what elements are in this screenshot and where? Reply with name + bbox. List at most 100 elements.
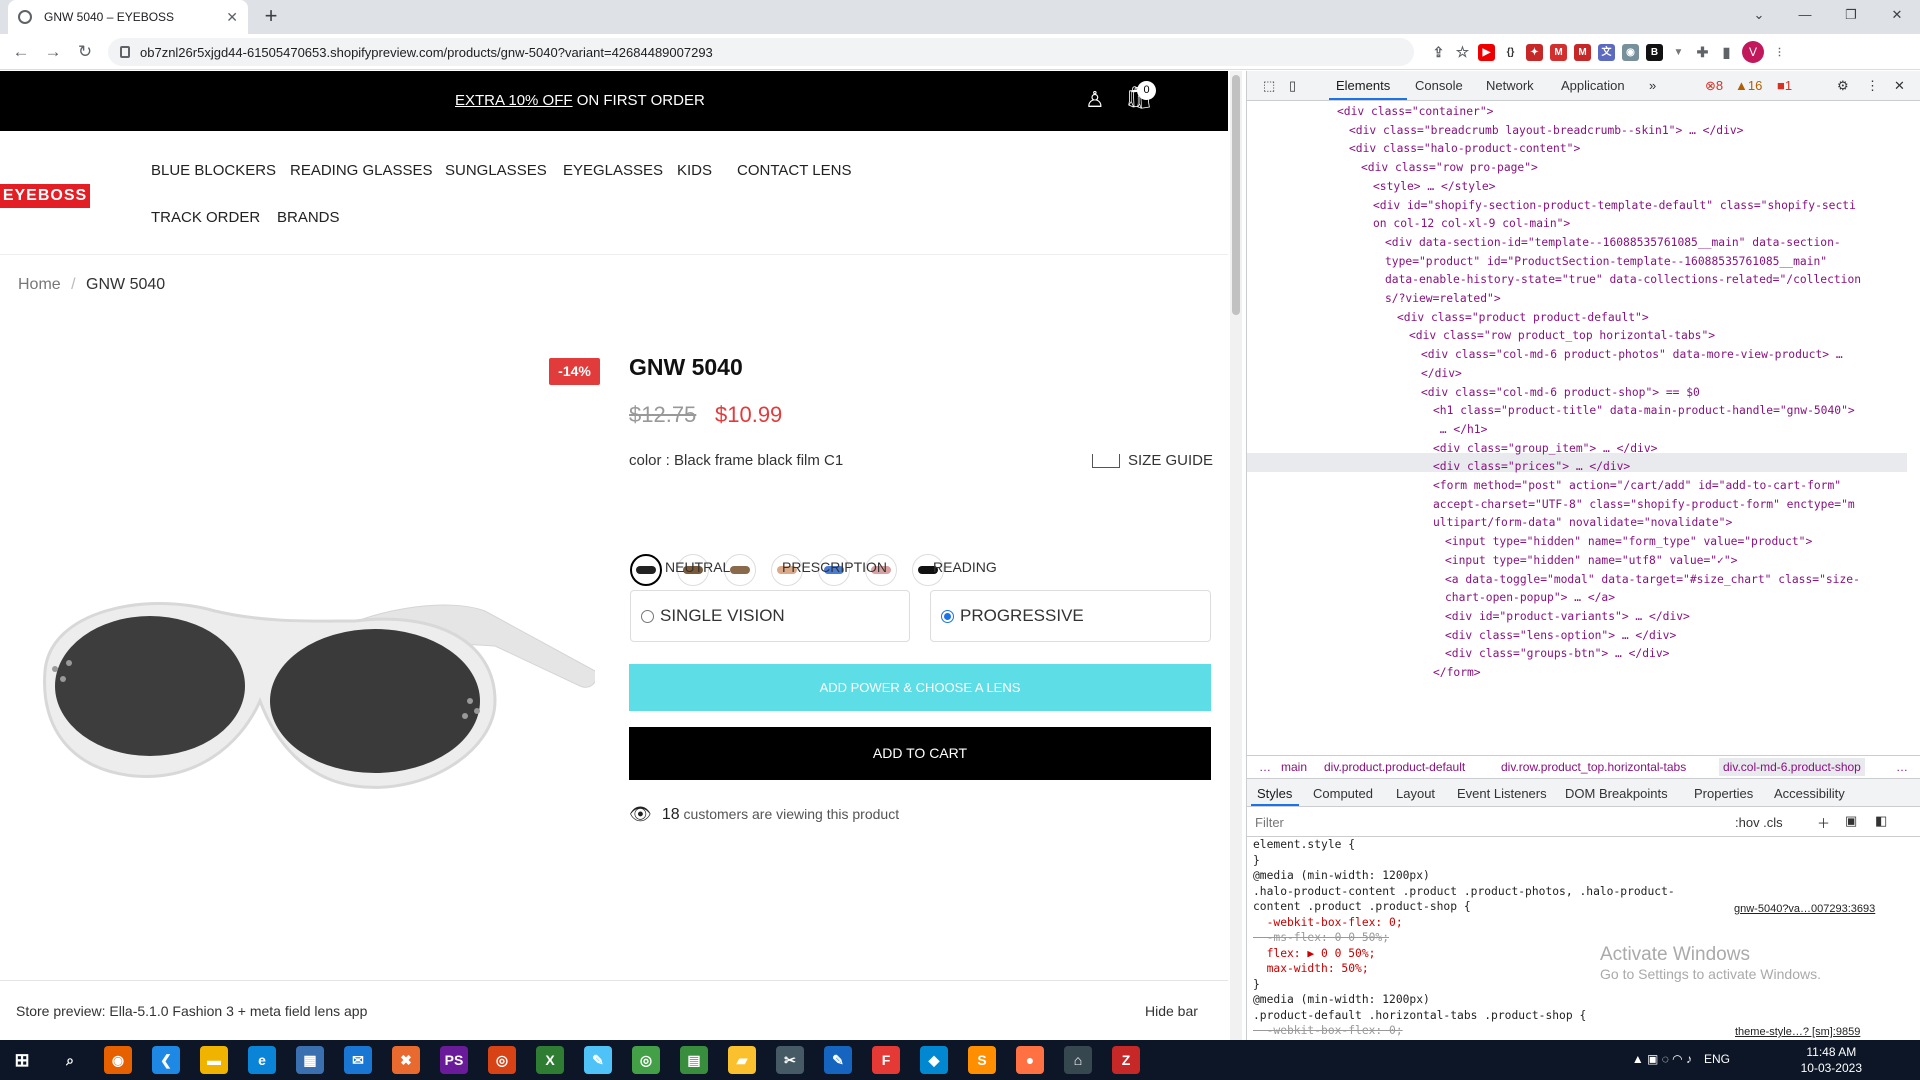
extension-icon[interactable]: ✦ [1526,43,1543,61]
dom-line[interactable]: <div class="container"> [1247,103,1907,122]
issues-count[interactable]: ■1 [1777,78,1792,93]
reload-icon[interactable]: ↻ [74,42,96,62]
postman-icon[interactable]: ● [1016,1046,1044,1074]
store-icon[interactable]: ▦ [296,1046,324,1074]
tab-accessibility[interactable]: Accessibility [1774,786,1845,801]
gmail-extension-icon[interactable]: M [1550,43,1567,61]
tab-dom-breakpoints[interactable]: DOM Breakpoints [1565,786,1668,801]
search-icon[interactable]: ⌕ [56,1046,84,1074]
dom-line[interactable]: <div class="groups-btn"> … </div> [1247,645,1907,664]
sticky-notes-icon[interactable]: ▰ [728,1046,756,1074]
dom-line[interactable]: <div class="col-md-6 product-shop"> == $… [1247,384,1907,403]
firefox-icon[interactable]: ◉ [104,1046,132,1074]
nav-kids[interactable]: KIDS [677,162,712,179]
dom-line[interactable]: s/?view=related"> [1247,290,1907,309]
radio-progressive[interactable] [941,609,954,623]
style-rules[interactable]: element.style {} @media (min-width: 1200p… [1247,837,1920,1037]
profile-avatar[interactable]: V [1742,41,1764,63]
figma-icon[interactable]: F [872,1046,900,1074]
dom-line[interactable]: ultipart/form-data" novalidate="novalida… [1247,514,1907,533]
tab-network[interactable]: Network [1486,78,1534,93]
paint-icon[interactable]: ✎ [824,1046,852,1074]
windows-start-icon[interactable]: ⊞ [8,1046,36,1074]
vue-extension-icon[interactable]: ▼ [1670,44,1687,61]
address-bar[interactable]: ob7znl26r5xjgd44-61505470653.shopifyprev… [108,38,1414,66]
dom-line[interactable]: <style> … </style> [1247,178,1907,197]
mail-icon[interactable]: ✉ [344,1046,372,1074]
dom-line[interactable]: </div> [1247,365,1907,384]
dom-line[interactable]: <div id="shopify-section-product-templat… [1247,197,1907,216]
snip-icon[interactable]: ✂ [776,1046,804,1074]
clock[interactable]: 11:48 AM 10-03-2023 [1801,1044,1862,1076]
app-icon[interactable]: ◆ [920,1046,948,1074]
inspect-icon[interactable]: ⬚ [1263,78,1275,94]
dom-line[interactable]: <div class="breadcrumb layout-breadcrumb… [1247,122,1907,141]
chrome-icon[interactable]: ◎ [488,1046,516,1074]
chrome-alt-icon[interactable]: ◎ [632,1046,660,1074]
b-extension-icon[interactable]: B [1646,43,1663,61]
mail-extension-icon[interactable]: M [1574,43,1591,61]
add-to-cart-button[interactable]: ADD TO CART [629,727,1211,780]
settings-gear-icon[interactable]: ⚙ [1837,78,1849,94]
tab-elements[interactable]: Elements [1336,78,1390,93]
dom-line[interactable]: on col-12 col-xl-9 col-main"> [1247,215,1907,234]
tab-properties[interactable]: Properties [1694,786,1753,801]
back-icon[interactable]: ← [10,42,32,62]
nav-reading-glasses[interactable]: READING GLASSES [290,162,433,179]
vscode-icon[interactable]: ❮ [152,1046,180,1074]
close-tab-icon[interactable]: ✕ [226,9,238,26]
tray-icons[interactable]: ▲ ▣ ◌ ◠ ♪ [1632,1052,1692,1066]
nav-sunglasses[interactable]: SUNGLASSES [445,162,547,179]
dom-line[interactable]: <input type="hidden" name="form_type" va… [1247,533,1907,552]
browser-tab[interactable]: GNW 5040 – EYEBOSS ✕ [8,0,248,34]
dom-line[interactable]: <div class="row product_top horizontal-t… [1247,327,1907,346]
tab-console[interactable]: Console [1415,78,1463,93]
dom-line[interactable]: <form method="post" action="/cart/add" i… [1247,477,1907,496]
tab-styles[interactable]: Styles [1257,786,1292,801]
device-toolbar-icon[interactable]: ▯ [1289,78,1296,94]
dom-line[interactable]: <div class="lens-option"> … </div> [1247,627,1907,646]
dom-line[interactable]: <div id="product-variants"> … </div> [1247,608,1907,627]
rule-source-2[interactable]: theme-style…? [sm]:9859 [1735,1026,1860,1038]
dom-line[interactable]: type="product" id="ProductSection-templa… [1247,253,1907,272]
bookmark-star-icon[interactable]: ☆ [1454,44,1471,61]
lens-type-neutral[interactable]: NEUTRAL [665,559,730,575]
sublime-icon[interactable]: S [968,1046,996,1074]
dom-crumb-product-shop[interactable]: div.col-md-6.product-shop [1719,758,1865,776]
dom-line[interactable]: <div class="group_item"> … </div> [1247,440,1907,459]
camera-extension-icon[interactable]: ◉ [1622,43,1639,61]
minimize-button[interactable]: — [1782,0,1828,30]
translate-extension-icon[interactable]: 文 [1598,43,1615,61]
xampp-icon[interactable]: ✖ [392,1046,420,1074]
computed-toggle-icon[interactable]: ▣ [1845,813,1857,829]
tab-event-listeners[interactable]: Event Listeners [1457,786,1547,801]
dom-crumb-end[interactable]: … [1896,760,1908,774]
dom-crumb-product[interactable]: div.product.product-default [1324,760,1465,774]
nav-contact-lens[interactable]: CONTACT LENS [737,162,851,179]
dom-line[interactable]: … </h1> [1247,421,1907,440]
filter-input[interactable]: Filter [1255,815,1284,830]
nav-blue-blockers[interactable]: BLUE BLOCKERS [151,162,276,179]
breadcrumb-home[interactable]: Home [18,276,61,293]
dom-line[interactable]: <a data-toggle="modal" data-target="#siz… [1247,571,1907,590]
close-devtools-icon[interactable]: ✕ [1894,78,1905,94]
tab-search-icon[interactable]: ⌄ [1736,0,1782,30]
excel-icon[interactable]: X [536,1046,564,1074]
dom-line[interactable]: <h1 class="product-title" data-main-prod… [1247,402,1907,421]
dom-tree[interactable]: <div class="container"> <div class="bread… [1247,103,1907,753]
restore-button[interactable]: ❐ [1828,0,1874,30]
dom-line[interactable]: <div class="product product-default"> [1247,309,1907,328]
sheets-icon[interactable]: ▤ [680,1046,708,1074]
dom-line[interactable]: <input type="hidden" name="utf8" value="… [1247,552,1907,571]
dom-line[interactable]: </form> [1247,664,1907,683]
lens-type-prescription[interactable]: PRESCRIPTION [782,559,887,575]
rule-source-1[interactable]: gnw-5040?va…007293:3693 [1734,903,1875,915]
notes-icon[interactable]: ✎ [584,1046,612,1074]
promo-text[interactable]: EXTRA 10% OFF ON FIRST ORDER [455,92,705,109]
dom-line[interactable]: <div class="col-md-6 product-photos" dat… [1247,346,1907,365]
menu-icon[interactable]: ⋮ [1771,44,1788,61]
swatch-1[interactable] [630,554,662,586]
edge-icon[interactable]: e [248,1046,276,1074]
new-tab-button[interactable]: + [258,4,284,30]
nav-eyeglasses[interactable]: EYEGLASSES [563,162,663,179]
